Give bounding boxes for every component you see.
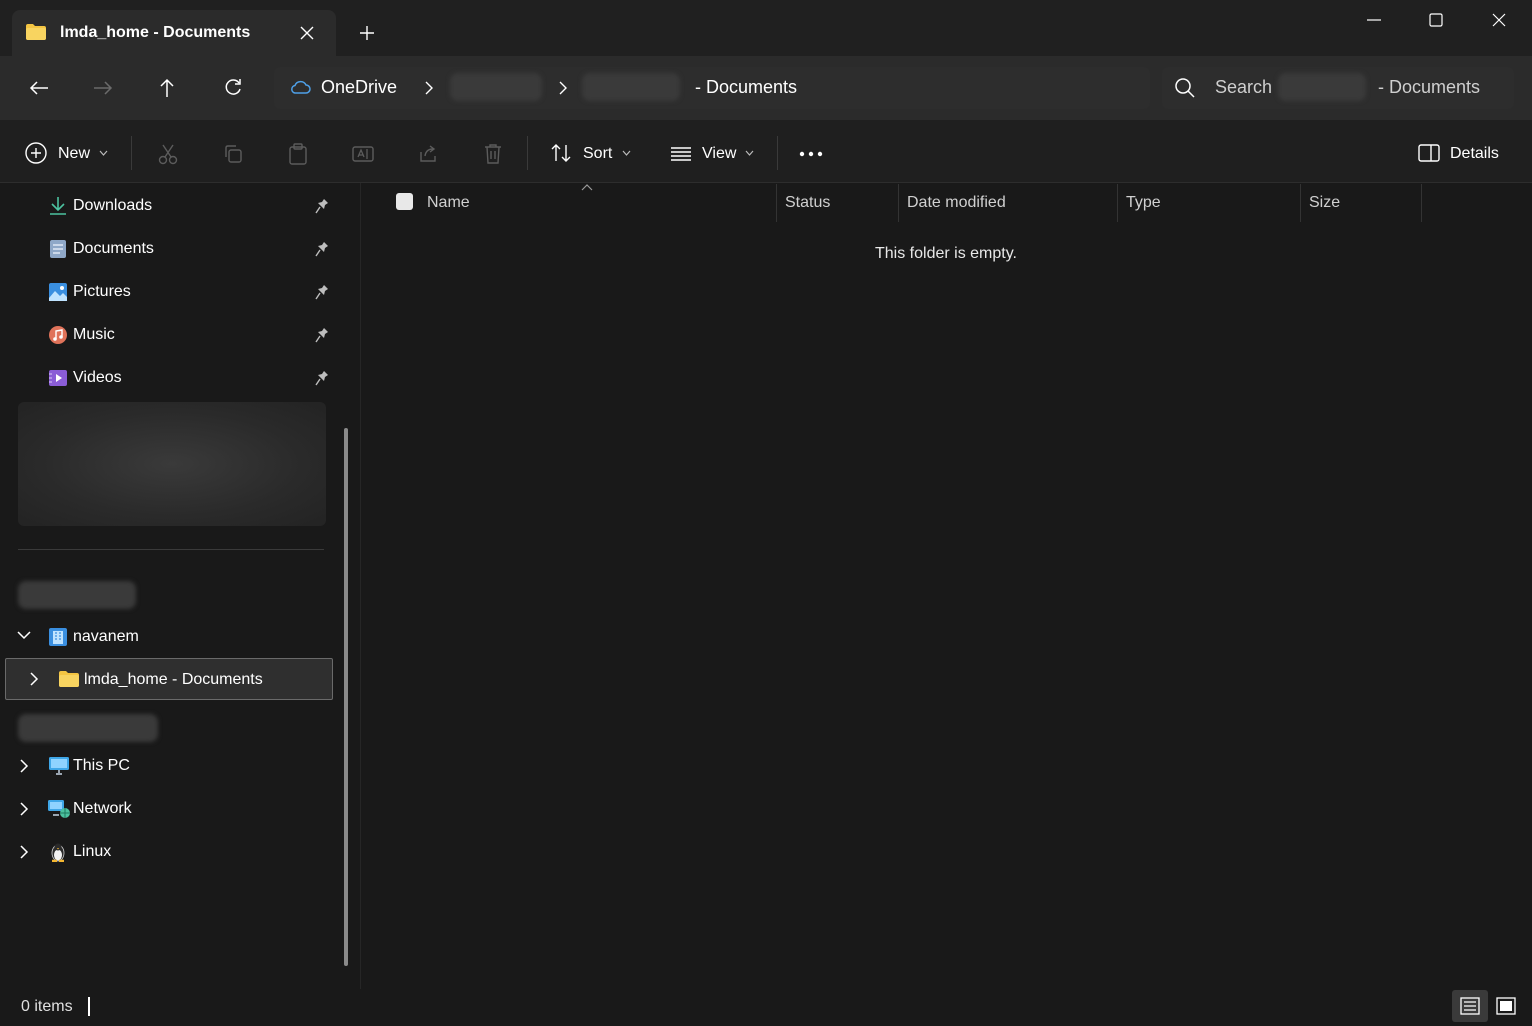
search-suffix: - Documents — [1378, 77, 1481, 97]
view-list-icon — [670, 146, 692, 162]
pin-icon[interactable] — [315, 370, 329, 386]
chevron-down-icon — [622, 150, 631, 156]
nav-label: navanem — [73, 628, 139, 645]
pictures-icon — [48, 282, 68, 302]
nav-label: This PC — [73, 757, 130, 774]
new-tab-button[interactable] — [355, 21, 379, 45]
nav-label: Linux — [73, 843, 112, 860]
chevron-right-icon[interactable] — [424, 81, 434, 95]
documents-icon — [49, 239, 67, 259]
rename-icon[interactable] — [349, 140, 377, 168]
breadcrumb-onedrive[interactable]: OneDrive — [321, 77, 397, 98]
redacted-section-label — [18, 581, 136, 609]
column-header-name[interactable]: Name — [427, 194, 470, 212]
minimize-button[interactable] — [1358, 8, 1390, 32]
details-view-toggle[interactable] — [1452, 990, 1488, 1022]
share-icon[interactable] — [414, 140, 442, 168]
view-label: View — [702, 145, 737, 162]
redacted-area — [18, 402, 326, 526]
divider — [18, 549, 324, 550]
column-header-date-modified[interactable]: Date modified — [907, 194, 1006, 212]
text-cursor — [88, 997, 90, 1016]
building-icon — [48, 627, 68, 647]
download-icon — [48, 196, 68, 216]
column-divider[interactable] — [1117, 184, 1118, 222]
separator — [777, 136, 778, 170]
chevron-right-icon[interactable] — [558, 81, 568, 95]
sort-icon — [550, 143, 574, 163]
network-icon — [47, 799, 71, 819]
column-divider[interactable] — [1300, 184, 1301, 222]
column-divider[interactable] — [898, 184, 899, 222]
breadcrumb-current[interactable]: - Documents — [695, 77, 797, 98]
close-window-button[interactable] — [1483, 8, 1515, 32]
chevron-down-icon[interactable] — [17, 631, 31, 640]
linux-penguin-icon — [49, 842, 67, 862]
breadcrumb-redacted-2[interactable] — [582, 73, 680, 101]
nav-label: Pictures — [73, 283, 131, 300]
chevron-right-icon[interactable] — [30, 672, 39, 686]
tab-title: lmda_home - Documents — [60, 24, 251, 41]
copy-icon[interactable] — [219, 140, 247, 168]
separator — [131, 136, 132, 170]
chevron-down-icon — [745, 150, 754, 156]
videos-icon — [48, 368, 68, 388]
nav-label: Documents — [73, 240, 154, 257]
column-header-status[interactable]: Status — [785, 194, 830, 212]
empty-folder-message: This folder is empty. — [875, 245, 1017, 262]
up-button[interactable] — [152, 74, 182, 102]
pin-icon[interactable] — [315, 198, 329, 214]
maximize-button[interactable] — [1420, 8, 1452, 32]
column-divider[interactable] — [1421, 184, 1422, 222]
refresh-button[interactable] — [218, 74, 248, 102]
nav-label: Music — [73, 326, 115, 343]
search-placeholder: Search — [1215, 77, 1273, 97]
sort-ascending-indicator-icon — [581, 184, 593, 191]
pin-icon[interactable] — [315, 241, 329, 257]
search-redacted — [1278, 73, 1366, 101]
search-icon — [1174, 77, 1196, 99]
pin-icon[interactable] — [315, 284, 329, 300]
column-header-size[interactable]: Size — [1309, 194, 1340, 212]
folder-icon — [58, 670, 80, 688]
delete-icon[interactable] — [479, 140, 507, 168]
column-header-type[interactable]: Type — [1126, 194, 1161, 212]
chevron-right-icon[interactable] — [20, 802, 29, 816]
computer-icon — [48, 756, 70, 776]
nav-label: Videos — [73, 369, 122, 386]
details-label: Details — [1450, 145, 1499, 162]
close-tab-icon[interactable] — [296, 22, 318, 44]
nav-scrollbar[interactable] — [344, 428, 348, 966]
large-icons-view-toggle[interactable] — [1490, 990, 1522, 1022]
nav-label: lmda_home - Documents — [84, 671, 263, 688]
folder-icon — [25, 23, 47, 41]
music-icon — [48, 325, 68, 345]
item-count: 0 items — [21, 998, 73, 1015]
chevron-down-icon — [99, 150, 108, 156]
details-pane-icon — [1418, 144, 1440, 162]
breadcrumb-redacted-1[interactable] — [450, 73, 542, 101]
nav-label: Downloads — [73, 197, 153, 214]
nav-label: Network — [73, 800, 132, 817]
column-divider[interactable] — [776, 184, 777, 222]
forward-button[interactable] — [88, 74, 118, 102]
redacted-section-label — [18, 714, 158, 742]
more-options-icon[interactable] — [796, 140, 826, 168]
back-button[interactable] — [24, 74, 54, 102]
add-circle-icon — [25, 142, 47, 164]
sort-label: Sort — [583, 145, 613, 162]
cloud-icon — [289, 79, 311, 95]
pin-icon[interactable] — [315, 327, 329, 343]
paste-icon[interactable] — [284, 140, 312, 168]
chevron-right-icon[interactable] — [20, 845, 29, 859]
chevron-right-icon[interactable] — [20, 759, 29, 773]
separator — [527, 136, 528, 170]
status-bar — [0, 989, 1532, 1026]
cut-icon[interactable] — [154, 140, 182, 168]
file-list[interactable] — [361, 183, 1532, 989]
new-label: New — [58, 145, 91, 162]
select-all-checkbox[interactable] — [396, 193, 413, 210]
